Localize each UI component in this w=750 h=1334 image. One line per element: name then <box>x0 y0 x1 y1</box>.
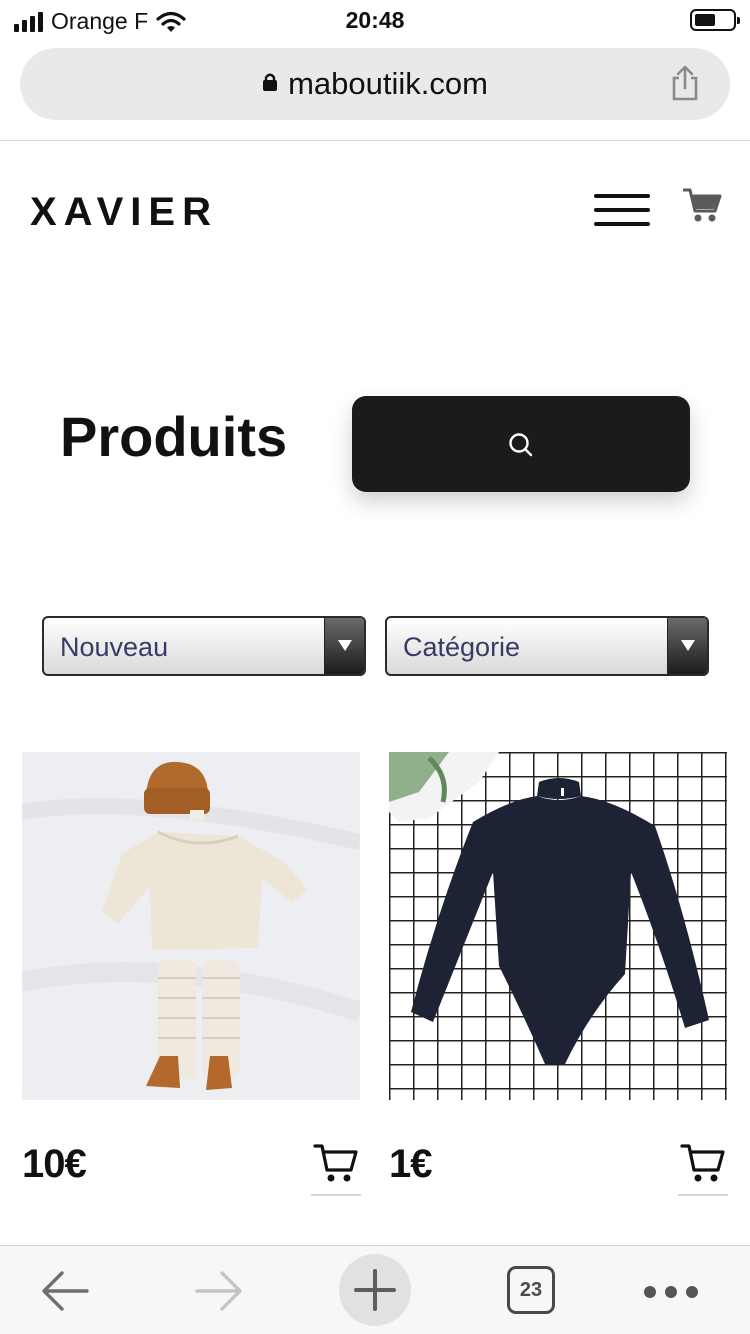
product-price: 1€ <box>389 1142 432 1186</box>
chevron-down-icon <box>667 618 707 674</box>
shopping-cart-icon <box>313 1144 358 1182</box>
url-display[interactable]: maboutiik.com <box>20 66 730 102</box>
shopping-cart-icon[interactable] <box>682 186 722 224</box>
add-to-cart-button[interactable] <box>311 1140 361 1196</box>
search-button[interactable] <box>352 396 690 492</box>
tabs-count-button[interactable]: 23 <box>507 1266 555 1314</box>
address-bar[interactable]: maboutiik.com <box>20 48 730 120</box>
sort-select-value: Nouveau <box>60 632 169 662</box>
hamburger-menu-icon[interactable] <box>594 194 650 228</box>
product-price: 10€ <box>22 1142 87 1186</box>
page-title: Produits <box>60 405 288 468</box>
lock-icon <box>263 73 278 91</box>
product-image[interactable] <box>22 752 360 1100</box>
chevron-down-icon <box>324 618 364 674</box>
clock: 20:48 <box>345 7 405 33</box>
more-dots-icon[interactable] <box>644 1286 698 1298</box>
back-arrow-icon[interactable] <box>40 1270 90 1312</box>
plus-icon <box>354 1269 396 1311</box>
baby-outfit-photo <box>22 752 360 1100</box>
category-select-value: Catégorie <box>403 632 521 662</box>
bodysuit-photo <box>389 752 709 1064</box>
shopping-cart-icon <box>680 1144 725 1182</box>
new-tab-button[interactable] <box>339 1254 411 1326</box>
share-icon[interactable] <box>670 64 700 102</box>
site-logo[interactable]: XAVIER <box>30 190 218 235</box>
browser-divider <box>0 140 750 141</box>
battery-icon <box>690 9 740 31</box>
browser-toolbar: 23 <box>0 1245 750 1334</box>
forward-arrow-icon[interactable] <box>194 1270 244 1312</box>
status-bar: Orange F 20:48 <box>0 0 750 40</box>
category-select[interactable]: Catégorie <box>385 616 709 676</box>
url-text: maboutiik.com <box>288 66 488 101</box>
product-image[interactable] <box>389 752 727 1100</box>
add-to-cart-button[interactable] <box>678 1140 728 1196</box>
sort-select[interactable]: Nouveau <box>42 616 366 676</box>
search-icon <box>509 433 533 457</box>
